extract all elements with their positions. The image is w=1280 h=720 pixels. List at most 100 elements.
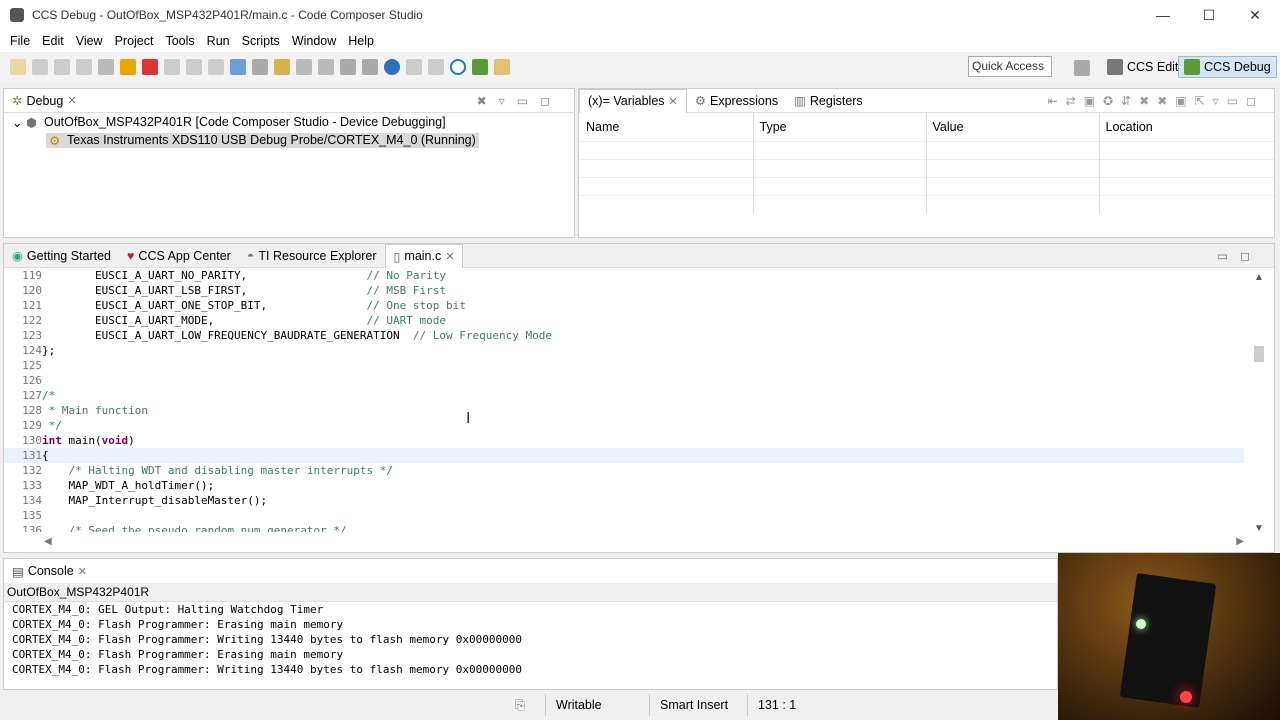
bomb-icon[interactable] xyxy=(384,59,400,75)
code-editor[interactable]: 119 EUSCI_A_UART_NO_PARITY, // No Parity… xyxy=(4,268,1244,532)
menu-run[interactable]: Run xyxy=(201,34,236,48)
minimize-button[interactable]: — xyxy=(1140,0,1186,30)
code-line[interactable]: 124}; xyxy=(4,343,1244,358)
tree-item-project[interactable]: ⌄ ⬢ OutOfBox_MSP432P401R [Code Composer St… xyxy=(4,113,574,131)
close-icon[interactable]: ✕ xyxy=(445,250,454,263)
terminate-all-icon[interactable] xyxy=(76,59,92,75)
refresh-icon[interactable] xyxy=(362,59,378,75)
scroll-down-icon[interactable]: ▼ xyxy=(1252,523,1266,534)
running-thread-icon: ⚙ xyxy=(49,133,61,148)
code-line[interactable]: 136 /* Seed the pseudo random num genera… xyxy=(4,523,1244,532)
code-line[interactable]: 132 /* Halting WDT and disabling master … xyxy=(4,463,1244,478)
search-icon[interactable] xyxy=(450,59,466,75)
asm-step-over-icon[interactable] xyxy=(428,59,444,75)
code-line[interactable]: 120 EUSCI_A_UART_LSB_FIRST, // MSB First xyxy=(4,283,1244,298)
tab-main-c[interactable]: ▯ main.c ✕ xyxy=(384,243,464,268)
code-line[interactable]: 128 * Main function xyxy=(4,403,1244,418)
view-menu-icons[interactable]: ✖▿▭◻ xyxy=(477,94,574,108)
perspective-ccs-debug[interactable]: CCS Debug xyxy=(1178,56,1277,78)
tab-debug[interactable]: ✲ Debug ✕ xyxy=(4,89,85,113)
tab-expressions[interactable]: ⚙ Expressions xyxy=(687,89,786,113)
code-line[interactable]: 122 EUSCI_A_UART_MODE, // UART mode xyxy=(4,313,1244,328)
code-line[interactable]: 130int main(void) xyxy=(4,433,1244,448)
menu-view[interactable]: View xyxy=(70,34,109,48)
tab-label: (x)= Variables xyxy=(588,94,665,108)
tab-ccs-app-center[interactable]: ♥ CCS App Center xyxy=(119,244,239,268)
keyword: void xyxy=(101,434,129,447)
load-program-icon[interactable] xyxy=(274,59,290,75)
tree-item-label: Texas Instruments XDS110 USB Debug Probe… xyxy=(67,132,476,147)
menu-tools[interactable]: Tools xyxy=(159,34,200,48)
console-line: CORTEX_M4_0: Flash Programmer: Writing 1… xyxy=(12,663,522,676)
terminate-icon[interactable] xyxy=(142,59,158,75)
line-number: 125 xyxy=(22,359,42,372)
breakpoint-icon[interactable] xyxy=(340,59,356,75)
restart-icon[interactable] xyxy=(318,59,334,75)
debug-config-icon[interactable] xyxy=(252,59,268,75)
console-line: CORTEX_M4_0: Flash Programmer: Erasing m… xyxy=(12,648,344,661)
code-line[interactable]: 131{ xyxy=(4,448,1244,463)
tab-registers[interactable]: ▥ Registers xyxy=(786,89,871,113)
suspend-icon[interactable] xyxy=(120,59,136,75)
code-line[interactable]: 125 xyxy=(4,358,1244,373)
close-button[interactable]: ✕ xyxy=(1232,0,1278,30)
new-icon[interactable] xyxy=(10,59,26,75)
maximize-button[interactable]: ☐ xyxy=(1186,0,1232,30)
step-return-icon[interactable] xyxy=(208,59,224,75)
tree-item-probe[interactable]: ⚙ Texas Instruments XDS110 USB Debug Prob… xyxy=(4,131,574,149)
tab-ti-resource-explorer[interactable]: ◓ TI Resource Explorer xyxy=(239,244,385,268)
close-icon[interactable]: ✕ xyxy=(78,565,87,578)
step-into-icon[interactable] xyxy=(164,59,180,75)
code-comment: * Main function xyxy=(42,404,148,417)
code-line[interactable]: 127/* xyxy=(4,388,1244,403)
editor-min-max-icons[interactable]: ▭◻ xyxy=(1217,249,1274,263)
code-line[interactable]: 126 xyxy=(4,373,1244,388)
debug-perspective-icon xyxy=(1184,59,1200,75)
save-all-icon[interactable] xyxy=(54,59,70,75)
column-type[interactable]: Type xyxy=(753,113,927,141)
code-line[interactable]: 119 EUSCI_A_UART_NO_PARITY, // No Parity xyxy=(4,268,1244,283)
tab-console[interactable]: ▤ Console ✕ xyxy=(4,559,95,583)
pen-icon[interactable] xyxy=(494,59,510,75)
connect-target-icon[interactable] xyxy=(230,59,246,75)
menu-project[interactable]: Project xyxy=(109,34,160,48)
close-icon[interactable]: ✕ xyxy=(67,94,76,107)
scrollbar-thumb[interactable] xyxy=(1254,346,1264,362)
debug-bug-icon[interactable] xyxy=(472,59,488,75)
column-name[interactable]: Name xyxy=(579,113,754,141)
reset-icon[interactable] xyxy=(296,59,312,75)
variables-toolbar-icons[interactable]: ⇤⇄▣✪⇵✖✖▣⇱▿▭◻ xyxy=(1048,94,1274,108)
console-icon: ▤ xyxy=(12,564,24,579)
asm-step-into-icon[interactable] xyxy=(406,59,422,75)
chevron-down-icon[interactable]: ⌄ xyxy=(12,115,26,130)
code-line[interactable]: 123 EUSCI_A_UART_LOW_FREQUENCY_BAUDRATE_… xyxy=(4,328,1244,343)
column-location[interactable]: Location xyxy=(1099,113,1274,141)
registers-icon: ▥ xyxy=(794,94,806,108)
close-icon[interactable]: ✕ xyxy=(669,95,678,108)
code-line[interactable]: 135 xyxy=(4,508,1244,523)
tab-getting-started[interactable]: ◉ Getting Started xyxy=(4,244,119,268)
horizontal-scrollbar[interactable]: ◀ ▶ xyxy=(44,536,1244,548)
device-icon: ⬢ xyxy=(26,115,37,130)
open-perspective-icon[interactable] xyxy=(1074,60,1090,76)
scroll-up-icon[interactable]: ▲ xyxy=(1252,272,1266,283)
save-icon[interactable] xyxy=(32,59,48,75)
menu-help[interactable]: Help xyxy=(342,34,380,48)
column-value[interactable]: Value xyxy=(926,113,1100,141)
code-line[interactable]: 134 MAP_Interrupt_disableMaster(); xyxy=(4,493,1244,508)
menu-edit[interactable]: Edit xyxy=(36,34,70,48)
code-line[interactable]: 129 */ xyxy=(4,418,1244,433)
menu-file[interactable]: File xyxy=(4,34,36,48)
vertical-scrollbar[interactable]: ▲ ▼ xyxy=(1252,272,1266,534)
console-output[interactable]: CORTEX_M4_0: GEL Output: Halting Watchdo… xyxy=(4,602,1057,677)
menu-scripts[interactable]: Scripts xyxy=(236,34,286,48)
code-line[interactable]: 121 EUSCI_A_UART_ONE_STOP_BIT, // One st… xyxy=(4,298,1244,313)
code-line[interactable]: 133 MAP_WDT_A_holdTimer(); xyxy=(4,478,1244,493)
perspective-ccs-edit[interactable]: CCS Edit xyxy=(1102,56,1183,78)
tab-variables[interactable]: (x)= Variables ✕ xyxy=(579,88,687,113)
menu-window[interactable]: Window xyxy=(286,34,342,48)
resume-icon[interactable] xyxy=(98,59,114,75)
tab-label: Getting Started xyxy=(26,248,111,263)
step-over-icon[interactable] xyxy=(186,59,202,75)
quick-access-input[interactable]: Quick Access xyxy=(968,56,1052,77)
